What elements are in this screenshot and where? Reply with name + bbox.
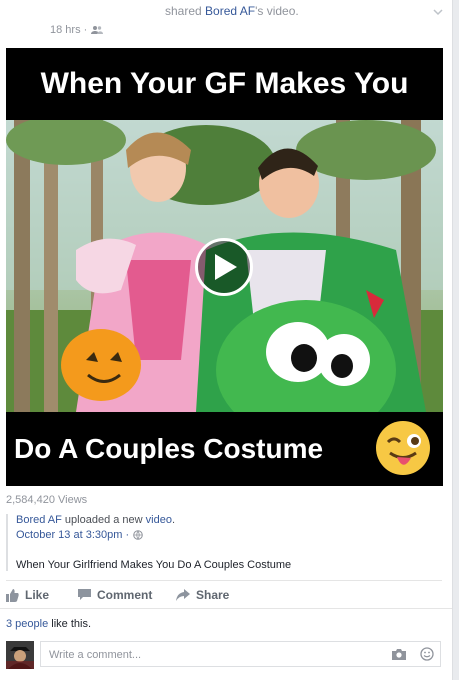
original-post-header: Bored AF uploaded a new video.	[16, 514, 438, 526]
view-count: 2,584,420 Views	[6, 494, 88, 506]
camera-icon[interactable]	[392, 648, 406, 660]
comment-button[interactable]: Comment	[78, 588, 152, 602]
likes-rest: like this.	[48, 618, 92, 630]
friends-icon[interactable]	[91, 25, 104, 35]
chevron-down-icon[interactable]	[432, 6, 444, 18]
like-label: Like	[25, 588, 50, 602]
video-caption-top: When Your GF Makes You	[40, 67, 409, 100]
original-post: Bored AF uploaded a new video. October 1…	[6, 514, 438, 571]
comment-input[interactable]	[47, 646, 381, 664]
shared-page-link[interactable]: Bored AF	[205, 4, 255, 18]
share-icon	[176, 589, 190, 601]
divider	[6, 580, 442, 581]
thumbs-up-icon	[6, 588, 19, 602]
original-post-date[interactable]: October 13 at 3:30pm ·	[16, 529, 129, 541]
comment-icon	[78, 589, 91, 600]
original-author-link[interactable]: Bored AF	[16, 514, 62, 526]
likes-summary: 3 people like this.	[6, 618, 91, 630]
like-button[interactable]: Like	[6, 588, 49, 602]
play-button[interactable]	[195, 238, 253, 296]
shared-line: shared Bored AF's video.	[165, 4, 299, 18]
globe-icon[interactable]	[133, 530, 143, 540]
original-post-date-row: October 13 at 3:30pm ·	[16, 529, 438, 541]
original-action-end: .	[171, 514, 176, 526]
comment-label: Comment	[97, 588, 153, 602]
video-player[interactable]: When Your GF Makes You Do A Couples Cost…	[6, 48, 443, 486]
avatar[interactable]	[6, 641, 34, 669]
post-card: shared Bored AF's video. 18 hrs · When Y…	[0, 0, 453, 680]
smiley-icon[interactable]	[420, 647, 434, 661]
post-meta: 18 hrs ·	[50, 24, 104, 36]
share-label: Share	[196, 588, 230, 602]
video-caption-bottom-text: Do A Couples Costume	[14, 433, 324, 464]
divider	[0, 608, 452, 609]
share-button[interactable]: Share	[176, 588, 229, 602]
play-icon	[215, 254, 237, 280]
shared-prefix: shared	[165, 4, 206, 18]
shared-suffix: 's video.	[255, 4, 299, 18]
action-bar: Like Comment Share	[6, 584, 442, 608]
comment-box	[40, 641, 441, 667]
likes-count-link[interactable]: 3 people	[6, 618, 48, 630]
original-video-link[interactable]: video	[146, 514, 172, 526]
original-post-description: When Your Girlfriend Makes You Do A Coup…	[16, 559, 292, 571]
winking-tongue-emoji-icon	[376, 421, 430, 475]
post-timestamp[interactable]: 18 hrs ·	[50, 24, 87, 36]
original-action-text: uploaded a new	[61, 514, 146, 526]
